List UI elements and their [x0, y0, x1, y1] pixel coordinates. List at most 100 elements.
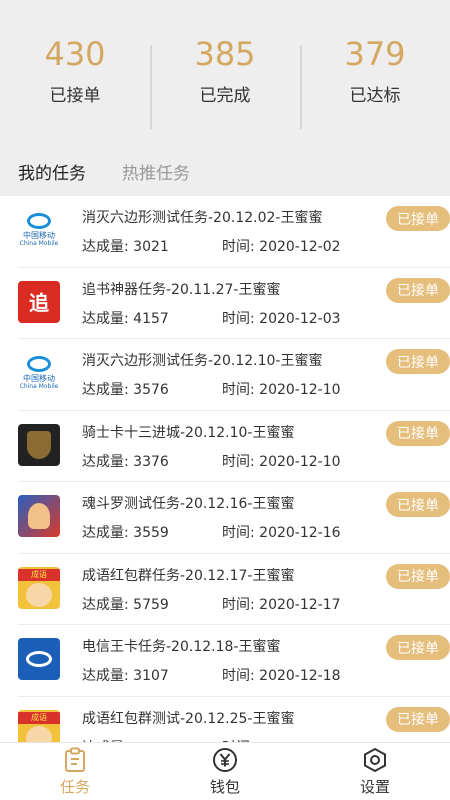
chengyu-game-icon: 成语 — [18, 709, 60, 742]
count-label: 达成量: — [82, 382, 129, 398]
task-count: 达成量: 3576 — [82, 379, 169, 399]
task-title: 成语红包群测试-20.12.25-王蜜蜜 — [82, 710, 295, 727]
count-label: 达成量: — [82, 596, 129, 613]
stat-reached[interactable]: 379 已达标 — [300, 0, 450, 140]
task-time: 时间: 2020-12-03 — [222, 308, 341, 328]
task-count: 达成量: 3376 — [82, 451, 169, 471]
contra-game-icon — [18, 495, 60, 537]
status-badge[interactable]: 已接单 — [386, 706, 450, 732]
time-value: 2020-12-03 — [259, 310, 341, 327]
status-badge[interactable]: 已接单 — [386, 492, 450, 517]
task-time: 时间: 2020-12-10 — [222, 451, 341, 471]
task-title: 消灭六边形测试任务-20.12.10-王蜜蜜 — [82, 353, 323, 369]
time-value: 2020-12-16 — [259, 525, 341, 541]
stat-completed-label: 已完成 — [199, 85, 251, 106]
time-label: 时间: — [222, 382, 255, 398]
time-label: 时间: — [222, 525, 255, 541]
time-value: 2020-12-17 — [259, 596, 341, 613]
time-label: 时间: — [222, 239, 255, 255]
status-badge[interactable]: 已接单 — [386, 277, 450, 303]
task-time: 时间: 2020-12-18 — [222, 665, 341, 685]
task-tabs: 我的任务 热推任务 — [0, 140, 450, 202]
count-label: 达成量: — [82, 525, 129, 541]
chengyu-icon-text: 成语 — [18, 568, 60, 581]
time-label: 时间: — [222, 310, 255, 327]
stat-accepted-label: 已接单 — [49, 85, 101, 106]
count-value: 3376 — [133, 453, 169, 470]
time-label: 时间: — [222, 668, 255, 684]
status-badge[interactable]: 已接单 — [386, 635, 450, 660]
tabbar-label-tasks: 任务 — [59, 778, 90, 796]
stat-accepted[interactable]: 430 已接单 — [0, 0, 150, 140]
knight-game-icon — [18, 423, 60, 466]
chengyu-game-icon: 成语 — [18, 566, 60, 609]
task-row[interactable]: 中国移动 China Mobile 消灭六边形测试任务-20.12.10-王蜜蜜… — [18, 339, 450, 411]
tab-hot-tasks[interactable]: 热推任务 — [122, 159, 190, 184]
stat-accepted-value: 430 — [44, 34, 106, 73]
count-value: 5759 — [133, 596, 169, 613]
task-time: 时间: 2020-12-17 — [222, 594, 341, 614]
task-count: 达成量: 5759 — [82, 594, 169, 614]
china-telecom-icon — [18, 638, 60, 680]
task-title: 消灭六边形测试任务-20.12.02-王蜜蜜 — [82, 210, 323, 226]
china-mobile-icon-subtext: China Mobile — [19, 383, 59, 390]
task-title: 魂斗罗测试任务-20.12.16-王蜜蜜 — [82, 496, 295, 512]
china-mobile-icon-text: 中国移动 — [23, 231, 55, 240]
count-label: 达成量: — [82, 668, 129, 684]
count-value: 3576 — [133, 382, 169, 398]
chengyu-icon-text: 成语 — [18, 711, 60, 724]
bottom-tab-bar: 任务 钱包 设置 — [0, 742, 450, 800]
task-title: 追书神器任务-20.11.27-王蜜蜜 — [82, 281, 281, 298]
status-badge[interactable]: 已接单 — [386, 206, 450, 231]
tab-my-tasks[interactable]: 我的任务 — [18, 159, 86, 184]
settings-hex-icon — [361, 746, 389, 774]
time-value: 2020-12-02 — [259, 239, 341, 255]
stat-completed[interactable]: 385 已完成 — [150, 0, 300, 140]
stat-reached-value: 379 — [344, 34, 406, 73]
task-row[interactable]: 电信王卡任务-20.12.18-王蜜蜜 达成量: 3107 时间: 2020-1… — [18, 625, 450, 697]
time-value: 2020-12-10 — [259, 382, 341, 398]
count-value: 3107 — [133, 668, 169, 684]
time-label: 时间: — [222, 453, 255, 470]
task-count: 达成量: 3107 — [82, 665, 169, 685]
zhuishu-icon: 追 — [18, 280, 60, 323]
status-badge[interactable]: 已接单 — [386, 420, 450, 446]
count-label: 达成量: — [82, 453, 129, 470]
stat-completed-value: 385 — [194, 34, 256, 73]
count-value: 4157 — [133, 310, 169, 327]
time-label: 时间: — [222, 596, 255, 613]
time-value: 2020-12-18 — [259, 668, 341, 684]
stats-panel: 430 已接单 385 已完成 379 已达标 — [0, 0, 450, 140]
task-row[interactable]: 中国移动 China Mobile 消灭六边形测试任务-20.12.02-王蜜蜜… — [18, 196, 450, 268]
tabbar-item-tasks[interactable]: 任务 — [0, 743, 150, 800]
tabbar-item-settings[interactable]: 设置 — [300, 743, 450, 800]
status-badge[interactable]: 已接单 — [386, 563, 450, 589]
task-count: 达成量: 3559 — [82, 522, 169, 542]
china-mobile-icon-text: 中国移动 — [23, 374, 55, 383]
tabbar-label-wallet: 钱包 — [209, 778, 240, 796]
task-row[interactable]: 成语 成语红包群测试-20.12.25-王蜜蜜 达成量: 时间: 已接单 — [18, 697, 450, 742]
tabbar-item-wallet[interactable]: 钱包 — [150, 743, 300, 800]
count-value: 3021 — [133, 239, 169, 255]
task-row[interactable]: 魂斗罗测试任务-20.12.16-王蜜蜜 达成量: 3559 时间: 2020-… — [18, 482, 450, 554]
count-label: 达成量: — [82, 310, 129, 327]
task-row[interactable]: 成语 成语红包群任务-20.12.17-王蜜蜜 达成量: 5759 时间: 20… — [18, 554, 450, 625]
china-mobile-icon-subtext: China Mobile — [19, 240, 59, 247]
stat-reached-label: 已达标 — [349, 85, 401, 106]
task-title: 骑士卡十三进城-20.12.10-王蜜蜜 — [82, 424, 295, 441]
count-label: 达成量: — [82, 239, 129, 255]
time-value: 2020-12-10 — [259, 453, 341, 470]
task-count: 达成量: 4157 — [82, 308, 169, 328]
task-clipboard-icon — [61, 746, 89, 774]
china-mobile-icon: 中国移动 China Mobile — [18, 352, 60, 394]
status-badge[interactable]: 已接单 — [386, 349, 450, 374]
task-time: 时间: 2020-12-10 — [222, 379, 341, 399]
task-time: 时间: 2020-12-02 — [222, 236, 341, 256]
task-time: 时间: 2020-12-16 — [222, 522, 341, 542]
task-row[interactable]: 追 追书神器任务-20.11.27-王蜜蜜 达成量: 4157 时间: 2020… — [18, 268, 450, 339]
task-list: 中国移动 China Mobile 消灭六边形测试任务-20.12.02-王蜜蜜… — [0, 196, 450, 742]
task-title: 电信王卡任务-20.12.18-王蜜蜜 — [82, 639, 281, 655]
wallet-yen-icon — [211, 746, 239, 774]
tabbar-label-settings: 设置 — [359, 778, 390, 796]
task-row[interactable]: 骑士卡十三进城-20.12.10-王蜜蜜 达成量: 3376 时间: 2020-… — [18, 411, 450, 482]
